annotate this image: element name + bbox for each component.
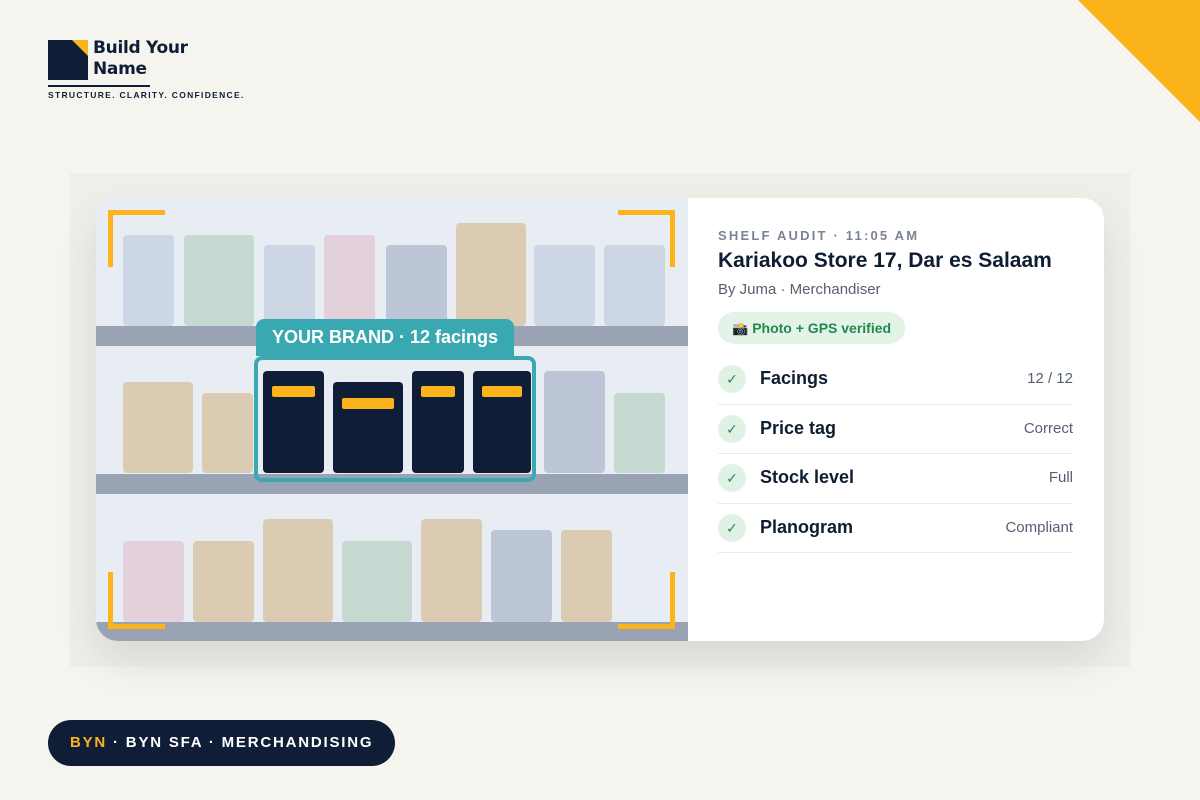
logo-underline — [48, 85, 150, 87]
audit-panel: SHELF AUDIT · 11:05 AM Kariakoo Store 17… — [718, 198, 1074, 641]
store-name: Kariakoo Store 17, Dar es Salaam — [718, 249, 1052, 272]
check-icon: ✓ — [718, 464, 746, 492]
product — [614, 393, 665, 473]
check-icon: ✓ — [718, 414, 746, 443]
product — [193, 541, 254, 622]
audit-byline: By Juma · Merchandiser — [718, 281, 881, 298]
check-value: Correct — [1023, 419, 1073, 437]
pill-accent: BYN — [70, 734, 108, 751]
product — [342, 541, 412, 622]
scan-corner-top-right — [618, 210, 675, 267]
check-label: Planogram — [760, 516, 854, 537]
scan-corner-top-left — [108, 210, 165, 267]
check-value: 12 / 12 — [1027, 370, 1073, 387]
audit-checklist: ✓ Facings 12 / 12 ✓ Price tag Correct ✓ … — [718, 355, 1073, 553]
check-label: Facings — [760, 368, 829, 388]
product — [123, 382, 193, 473]
product — [456, 223, 526, 326]
check-row-facings: ✓ Facings 12 / 12 — [718, 355, 1073, 405]
check-row-planogram: ✓ Planogram Compliant — [718, 504, 1073, 553]
product — [534, 245, 595, 326]
brand-detection-tag: YOUR BRAND · 12 facings — [256, 319, 515, 356]
logo-name-line1: Build Your — [93, 38, 188, 58]
shelf-photo: YOUR BRAND · 12 facings — [96, 198, 688, 641]
product — [544, 371, 605, 473]
shelf-board — [96, 622, 688, 641]
product — [264, 245, 315, 326]
logo-mark-icon — [48, 40, 88, 80]
product — [386, 245, 447, 326]
corner-accent-triangle — [1078, 0, 1200, 122]
brand-detection-frame — [254, 356, 536, 482]
product — [561, 530, 612, 622]
product — [324, 235, 375, 326]
check-row-stock-level: ✓ Stock level Full — [718, 454, 1073, 504]
logo-wordmark: Build Your Name — [93, 38, 213, 80]
product — [491, 530, 552, 622]
logo-name-line2: Name — [93, 59, 147, 79]
check-icon: ✓ — [718, 365, 746, 393]
product — [184, 235, 254, 326]
product — [263, 519, 333, 622]
camera-icon: 📸 — [732, 321, 749, 336]
check-label: Price tag — [760, 417, 837, 438]
audit-meta: SHELF AUDIT · 11:05 AM — [718, 228, 920, 243]
pill-text: · BYN SFA · MERCHANDISING — [107, 734, 374, 751]
check-label: Stock level — [760, 467, 855, 487]
scan-corner-bottom-right — [618, 572, 675, 629]
check-value: Full — [1048, 469, 1073, 486]
verified-badge: 📸 Photo + GPS verified — [718, 312, 906, 344]
shelf-audit-card: YOUR BRAND · 12 facings SHELF AUDIT · 11… — [96, 198, 1104, 641]
verified-label: Photo + GPS verified — [752, 320, 892, 336]
check-value: Compliant — [1005, 518, 1073, 536]
check-icon: ✓ — [718, 513, 746, 542]
product — [421, 519, 482, 622]
logo-tagline: STRUCTURE. CLARITY. CONFIDENCE. — [48, 90, 245, 100]
check-row-price-tag: ✓ Price tag Correct — [718, 405, 1073, 454]
product — [202, 393, 253, 473]
product-pill: BYN · BYN SFA · MERCHANDISING — [48, 720, 396, 766]
scan-corner-bottom-left — [108, 572, 165, 629]
